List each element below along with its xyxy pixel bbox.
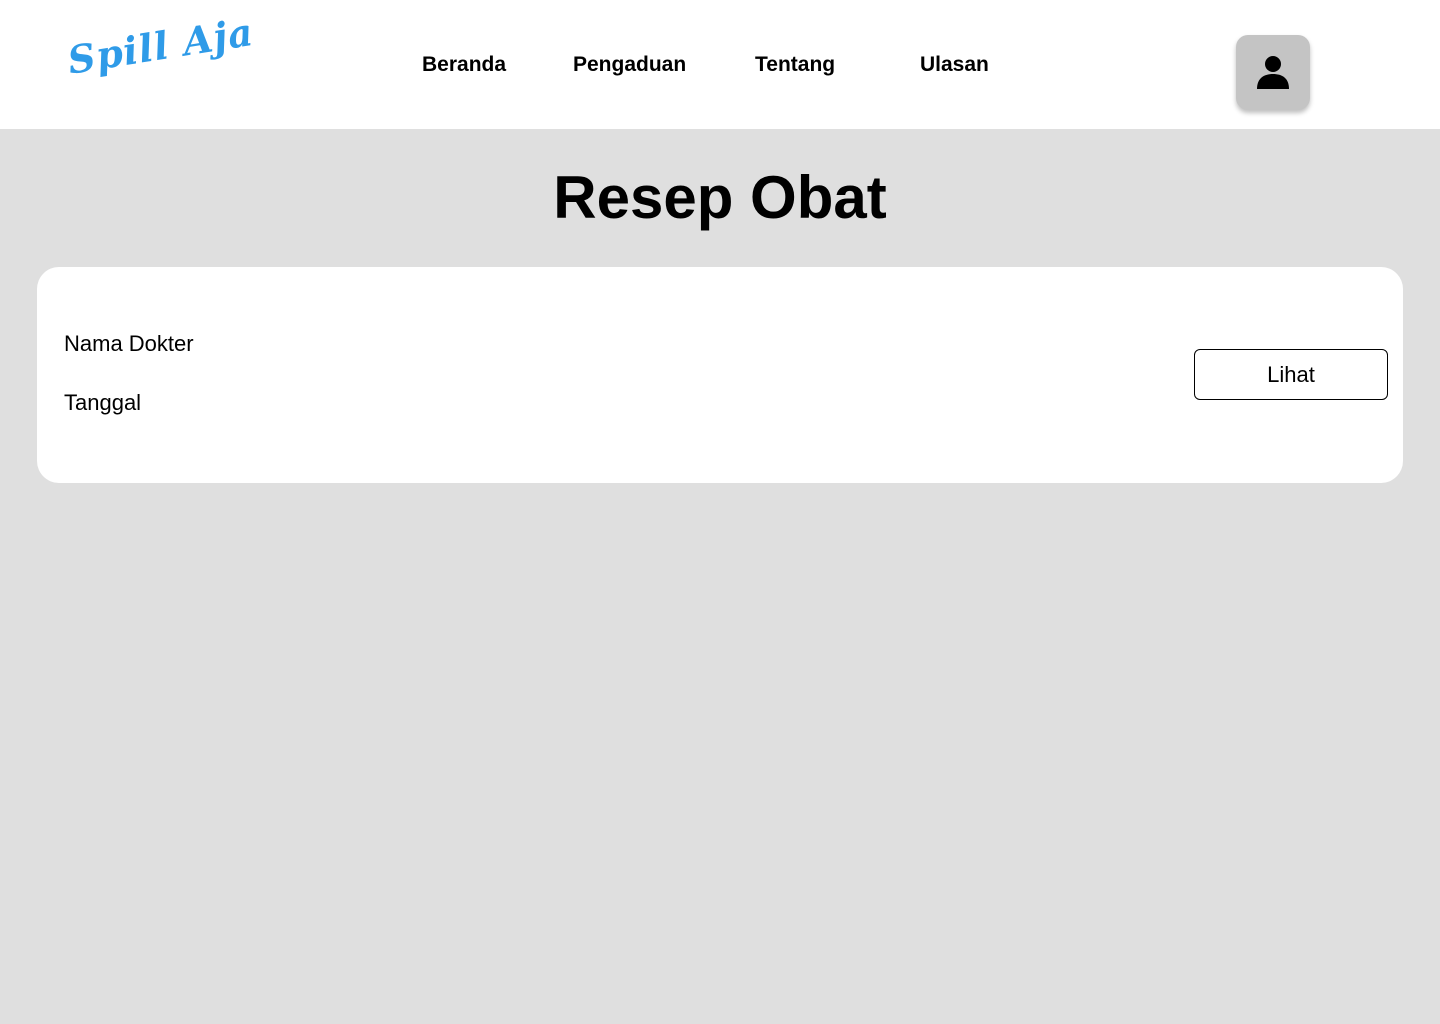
- nav-item-ulasan[interactable]: Ulasan: [920, 51, 989, 79]
- doctor-name-label: Nama Dokter: [64, 331, 194, 356]
- nav-item-pengaduan[interactable]: Pengaduan: [573, 51, 686, 79]
- nav-item-tentang[interactable]: Tentang: [755, 51, 835, 79]
- top-navbar: Spill Aja Beranda Pengaduan Tentang Ulas…: [0, 0, 1440, 129]
- brand-logo[interactable]: Spill Aja: [64, 9, 256, 83]
- date-label: Tanggal: [64, 390, 142, 415]
- profile-button[interactable]: [1236, 35, 1310, 110]
- page-title: Resep Obat: [553, 164, 887, 231]
- view-button[interactable]: Lihat: [1194, 349, 1388, 400]
- nav-item-beranda[interactable]: Beranda: [422, 51, 506, 79]
- user-icon: [1257, 55, 1289, 89]
- prescription-card: Nama Dokter Tanggal Lihat: [37, 267, 1403, 483]
